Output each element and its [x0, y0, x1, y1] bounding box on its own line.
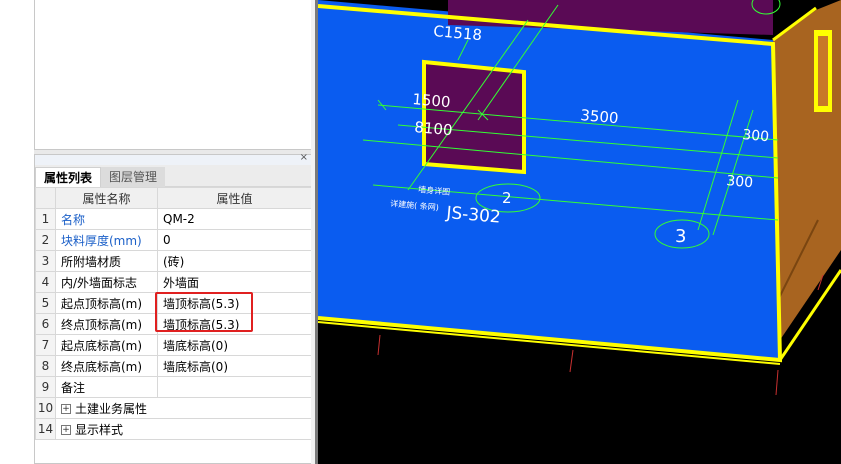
- property-panel-titlebar: ×: [35, 152, 314, 165]
- table-row[interactable]: 4 内/外墙面标志 外墙面: [35, 271, 312, 293]
- 3d-viewport[interactable]: C1518 1500 8100 3500 300 300 2 3 JS-302 …: [318, 0, 841, 464]
- row-number: 8: [35, 355, 56, 377]
- panel-tabs: 属性列表 图层管理: [35, 165, 314, 187]
- group-label: 显示样式: [75, 422, 124, 437]
- upper-blank-panel: [34, 0, 315, 150]
- model-canvas[interactable]: C1518 1500 8100 3500 300 300 2 3 JS-302 …: [318, 0, 841, 464]
- property-value[interactable]: (砖): [157, 250, 312, 272]
- table-row-group[interactable]: 10 + 土建业务属性: [35, 397, 312, 419]
- property-value[interactable]: [157, 376, 312, 398]
- expand-icon[interactable]: +: [61, 425, 71, 435]
- property-value[interactable]: 墙底标高(0): [157, 355, 312, 377]
- side-window-inner: [818, 36, 828, 106]
- property-name: 终点底标高(m): [55, 355, 158, 377]
- table-row-group[interactable]: 14 + 显示样式: [35, 418, 312, 440]
- property-name: 内/外墙面标志: [55, 271, 158, 293]
- wall-front-face[interactable]: [318, 0, 780, 360]
- table-row[interactable]: 1 名称 QM-2: [35, 208, 312, 230]
- left-panel: × 属性列表 图层管理 属性名称 属性值 1 名称 QM-2 2 块料厚度(mm…: [0, 0, 317, 464]
- tab-property-list[interactable]: 属性列表: [35, 167, 102, 187]
- dimension-300-a: 300: [742, 127, 770, 145]
- row-number: 2: [35, 229, 56, 251]
- property-panel: × 属性列表 图层管理 属性名称 属性值 1 名称 QM-2 2 块料厚度(mm…: [34, 152, 315, 464]
- dimension-3500: 3500: [580, 106, 620, 127]
- table-row[interactable]: 3 所附墙材质 (砖): [35, 250, 312, 272]
- row-number: 14: [35, 418, 56, 440]
- row-number: 7: [35, 334, 56, 356]
- property-name: 终点顶标高(m): [55, 313, 158, 335]
- property-name: 备注: [55, 376, 158, 398]
- close-icon[interactable]: ×: [300, 152, 308, 164]
- property-name: 块料厚度(mm): [55, 229, 158, 251]
- property-group[interactable]: + 显示样式: [55, 418, 312, 440]
- row-number: 4: [35, 271, 56, 293]
- property-value[interactable]: 墙顶标高(5.3): [157, 292, 312, 314]
- row-number: 5: [35, 292, 56, 314]
- table-header-row: 属性名称 属性值: [35, 187, 312, 209]
- property-value[interactable]: 外墙面: [157, 271, 312, 293]
- row-number: 3: [35, 250, 56, 272]
- dimension-8100: 8100: [414, 118, 454, 139]
- property-name: 名称: [55, 208, 158, 230]
- property-value[interactable]: 墙顶标高(5.3): [157, 313, 312, 335]
- property-table: 属性名称 属性值 1 名称 QM-2 2 块料厚度(mm) 0 3 所附墙材质: [35, 187, 312, 440]
- property-value[interactable]: QM-2: [157, 208, 312, 230]
- window-c1518[interactable]: [422, 59, 526, 175]
- dimension-1500: 1500: [412, 90, 452, 111]
- table-row[interactable]: 2 块料厚度(mm) 0: [35, 229, 312, 251]
- header-property-value[interactable]: 属性值: [157, 187, 312, 209]
- dimension-300-b: 300: [726, 173, 754, 191]
- axis-label-3: 3: [675, 226, 686, 247]
- property-value[interactable]: 0: [157, 229, 312, 251]
- row-number: 6: [35, 313, 56, 335]
- expand-icon[interactable]: +: [61, 404, 71, 414]
- property-name: 起点底标高(m): [55, 334, 158, 356]
- header-property-name[interactable]: 属性名称: [55, 187, 158, 209]
- property-name: 起点顶标高(m): [55, 292, 158, 314]
- row-number: 1: [35, 208, 56, 230]
- tab-layer-manager[interactable]: 图层管理: [101, 167, 166, 187]
- property-group[interactable]: + 土建业务属性: [55, 397, 312, 419]
- table-row[interactable]: 7 起点底标高(m) 墙底标高(0): [35, 334, 312, 356]
- table-row[interactable]: 8 终点底标高(m) 墙底标高(0): [35, 355, 312, 377]
- table-row[interactable]: 6 终点顶标高(m) 墙顶标高(5.3): [35, 313, 312, 335]
- table-row[interactable]: 9 备注: [35, 376, 312, 398]
- header-row-number: [35, 187, 56, 209]
- axis-label-2: 2: [502, 189, 512, 207]
- group-label: 土建业务属性: [75, 401, 148, 416]
- table-row[interactable]: 5 起点顶标高(m) 墙顶标高(5.3): [35, 292, 312, 314]
- property-name: 所附墙材质: [55, 250, 158, 272]
- row-number: 10: [35, 397, 56, 419]
- property-value[interactable]: 墙底标高(0): [157, 334, 312, 356]
- row-number: 9: [35, 376, 56, 398]
